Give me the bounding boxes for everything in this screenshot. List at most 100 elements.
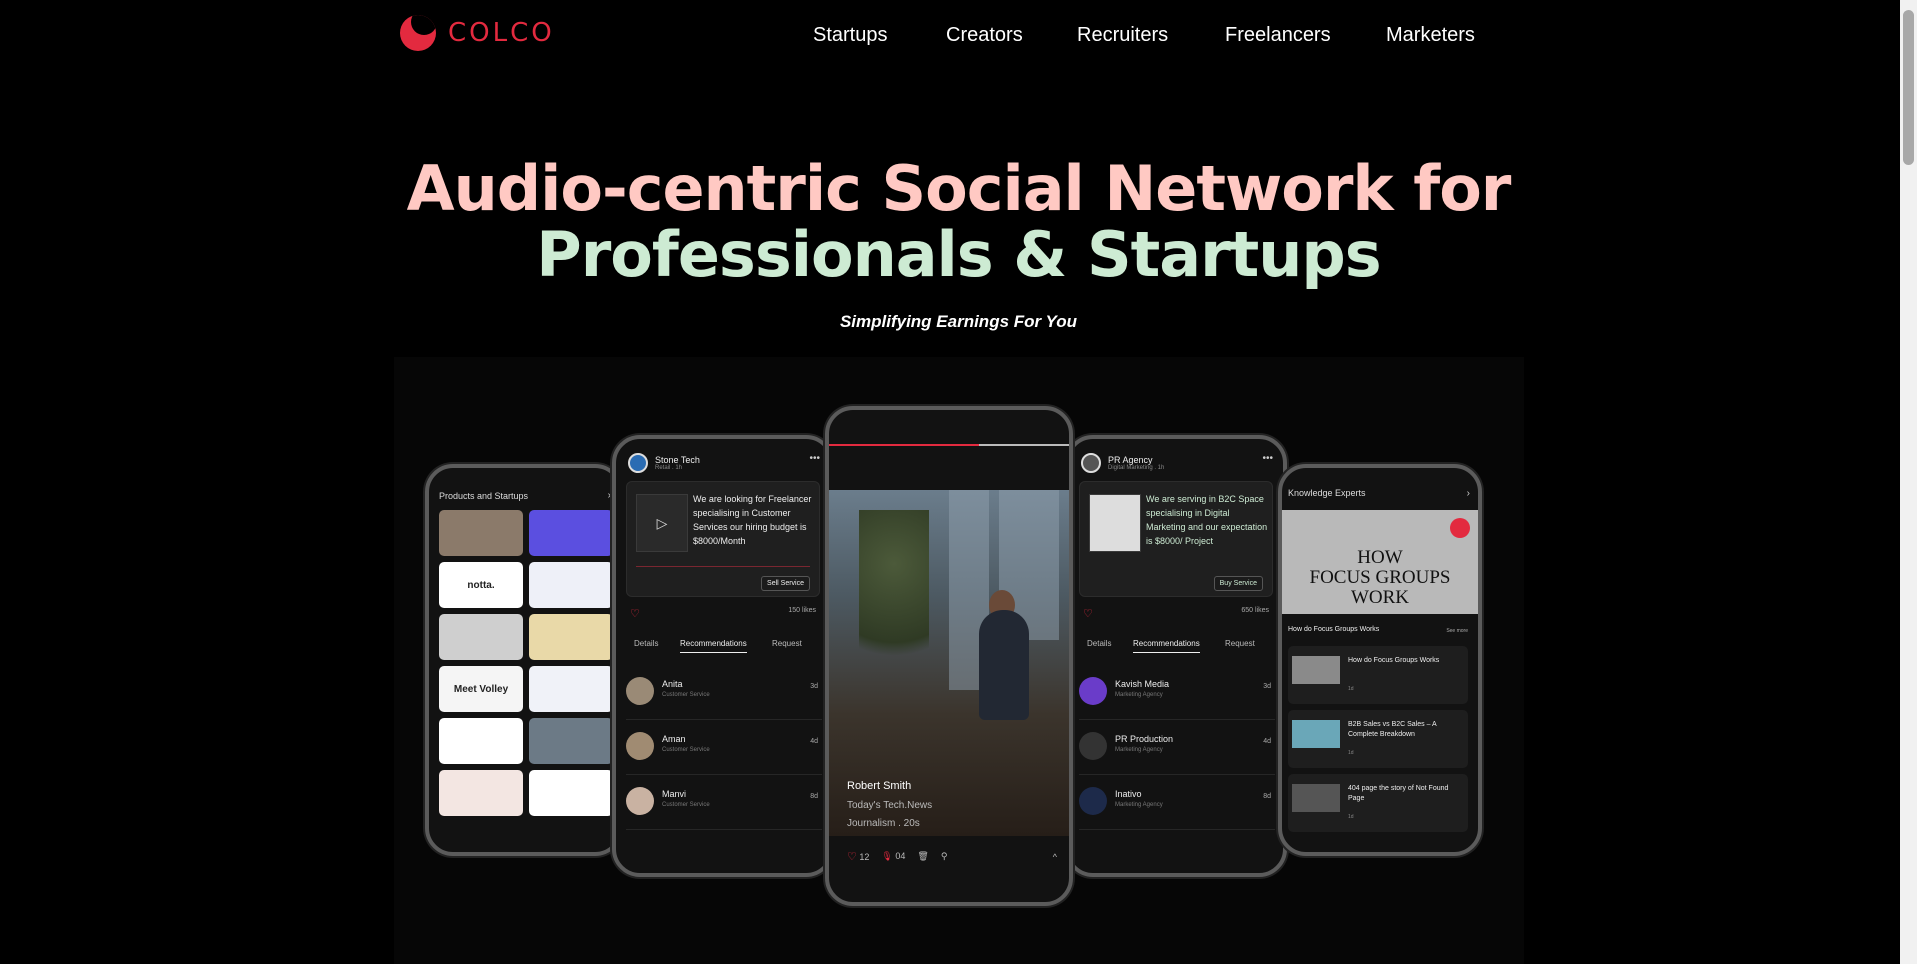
chevron-right-icon[interactable]: › — [1467, 488, 1470, 499]
play-icon[interactable]: ▷ — [636, 494, 688, 552]
avatar — [1079, 732, 1107, 760]
list-item-time: 8d — [810, 793, 818, 800]
banner-line1: HOW — [1357, 547, 1403, 568]
nav-freelancers[interactable]: Freelancers — [1225, 24, 1331, 47]
list-item-time: 8d — [1263, 793, 1271, 800]
audio-progress — [636, 566, 810, 567]
org-subtitle: Retail . 1h — [655, 465, 683, 471]
post-action-bar: ♡ 12 🎙 04 🗑 ⚲ ^ — [847, 850, 1057, 863]
list-item[interactable]: Aman Customer Service 4d — [626, 720, 822, 775]
heart-icon[interactable]: ♡ — [630, 608, 640, 620]
phone-pr-agency: PR Agency Digital Marketing . 1h ••• We … — [1065, 435, 1287, 877]
phone-products-and-startups: Products and Startups › notta. Meet Voll… — [425, 464, 623, 856]
post-text: We are serving in B2C Space specialising… — [1146, 494, 1268, 546]
list-item-subtitle: Marketing Agency — [1115, 747, 1163, 753]
avatar — [626, 787, 654, 815]
story-progress-bar — [829, 444, 1069, 446]
list-item[interactable]: B2B Sales vs B2C Sales – A Complete Brea… — [1288, 710, 1468, 768]
buy-service-button[interactable]: Buy Service — [1213, 576, 1263, 591]
list-item[interactable]: Inativo Marketing Agency 8d — [1079, 775, 1275, 830]
nav-creators[interactable]: Creators — [946, 24, 1023, 47]
product-thumbnail[interactable] — [529, 510, 613, 556]
article-title: B2B Sales vs B2C Sales – A Complete Brea… — [1348, 721, 1437, 738]
list-item-subtitle: Customer Service — [662, 747, 710, 753]
avatar[interactable] — [628, 453, 648, 473]
product-thumbnail[interactable] — [529, 718, 613, 764]
avatar[interactable] — [1081, 453, 1101, 473]
tab-details[interactable]: Details — [1087, 639, 1111, 648]
chevron-up-icon[interactable]: ^ — [1053, 852, 1057, 862]
delete-icon[interactable]: 🗑 — [917, 851, 928, 862]
page-scrollbar[interactable] — [1900, 0, 1917, 964]
product-thumbnail[interactable] — [439, 614, 523, 660]
list-item[interactable]: Kavish Media Marketing Agency 3d — [1079, 665, 1275, 720]
list-item-name: Inativo — [1115, 789, 1142, 799]
product-thumbnail[interactable]: notta. — [439, 562, 523, 608]
list-item-name: PR Production — [1115, 734, 1174, 744]
article-list: How do Focus Groups Works 1d B2B Sales v… — [1288, 646, 1468, 838]
post-author-photo[interactable] — [1089, 494, 1141, 552]
post-meta: Journalism . 20s — [847, 818, 920, 829]
avatar — [626, 677, 654, 705]
product-thumbnail[interactable]: Meet Volley — [439, 666, 523, 712]
post-text: We are looking for Freelancer specialisi… — [693, 494, 812, 546]
avatar — [626, 732, 654, 760]
product-thumbnail[interactable] — [439, 718, 523, 764]
scrollbar-thumb[interactable] — [1903, 10, 1914, 165]
banner-line3: WORK — [1350, 587, 1410, 608]
product-thumbnail-grid: notta. Meet Volley — [439, 510, 615, 816]
logo-mark-icon — [400, 15, 436, 51]
list-item-time: 3d — [1263, 683, 1271, 690]
list-item[interactable]: 404 page the story of Not Found Page 1d — [1288, 774, 1468, 832]
featured-article-banner[interactable]: HOW FOCUS GROUPS WORK — [1282, 510, 1478, 614]
brand-logo[interactable]: COLCO — [400, 15, 555, 51]
mic-icon[interactable]: 🎙 — [881, 851, 892, 861]
nav-startups[interactable]: Startups — [813, 24, 887, 47]
hero-title-line1: Audio-centric Social Network for — [406, 152, 1512, 225]
phone-stone-tech: Stone Tech Retail . 1h ••• ▷ We are look… — [612, 435, 834, 877]
org-subtitle: Digital Marketing . 1h — [1108, 465, 1165, 471]
product-thumbnail[interactable] — [439, 770, 523, 816]
sell-service-button[interactable]: Sell Service — [761, 576, 810, 591]
heart-icon[interactable]: ♡ — [1083, 608, 1093, 620]
list-item-name: Anita — [662, 679, 683, 689]
list-item[interactable]: PR Production Marketing Agency 4d — [1079, 720, 1275, 775]
list-item-name: Manvi — [662, 789, 687, 799]
product-thumbnail[interactable] — [529, 614, 613, 660]
list-item[interactable]: Manvi Customer Service 8d — [626, 775, 822, 830]
more-options-icon[interactable]: ••• — [809, 453, 820, 464]
post-subtitle: Today's Tech.News — [847, 800, 933, 811]
list-item-time: 3d — [810, 683, 818, 690]
more-options-icon[interactable]: ••• — [1262, 453, 1273, 464]
tab-recommendations[interactable]: Recommendations — [680, 639, 747, 653]
tab-request[interactable]: Request — [1225, 639, 1255, 648]
nav-marketers[interactable]: Marketers — [1386, 24, 1475, 47]
product-thumbnail[interactable] — [529, 666, 613, 712]
list-item-name: Kavish Media — [1115, 679, 1170, 689]
list-item-time: 4d — [1263, 738, 1271, 745]
product-thumbnail[interactable] — [529, 562, 613, 608]
tab-details[interactable]: Details — [634, 639, 658, 648]
product-thumbnail[interactable] — [439, 510, 523, 556]
product-thumbnail[interactable] — [529, 770, 613, 816]
list-item-time: 4d — [810, 738, 818, 745]
brand-name: COLCO — [448, 18, 555, 48]
list-item[interactable]: Anita Customer Service 3d — [626, 665, 822, 720]
article-thumbnail — [1292, 720, 1340, 748]
chevron-right-icon[interactable]: › — [608, 490, 611, 501]
photo-plant — [859, 510, 929, 690]
tab-request[interactable]: Request — [772, 639, 802, 648]
profile-icon[interactable]: ⚲ — [941, 851, 948, 862]
list-item-name: Aman — [662, 734, 686, 744]
list-item-subtitle: Customer Service — [662, 802, 710, 808]
article-time: 1d — [1348, 814, 1354, 820]
featured-section-title: How do Focus Groups Works — [1288, 626, 1380, 633]
see-more-link[interactable]: See more — [1446, 628, 1468, 634]
post-tabs: Details Recommendations Request — [1079, 635, 1273, 657]
heart-icon[interactable]: ♡ — [847, 851, 857, 863]
knowledge-section-title: Knowledge Experts — [1288, 488, 1366, 498]
list-item[interactable]: How do Focus Groups Works 1d — [1288, 646, 1468, 704]
tab-recommendations[interactable]: Recommendations — [1133, 639, 1200, 653]
nav-recruiters[interactable]: Recruiters — [1077, 24, 1168, 47]
phone-audio-post: Robert Smith Today's Tech.News Journalis… — [825, 406, 1073, 906]
